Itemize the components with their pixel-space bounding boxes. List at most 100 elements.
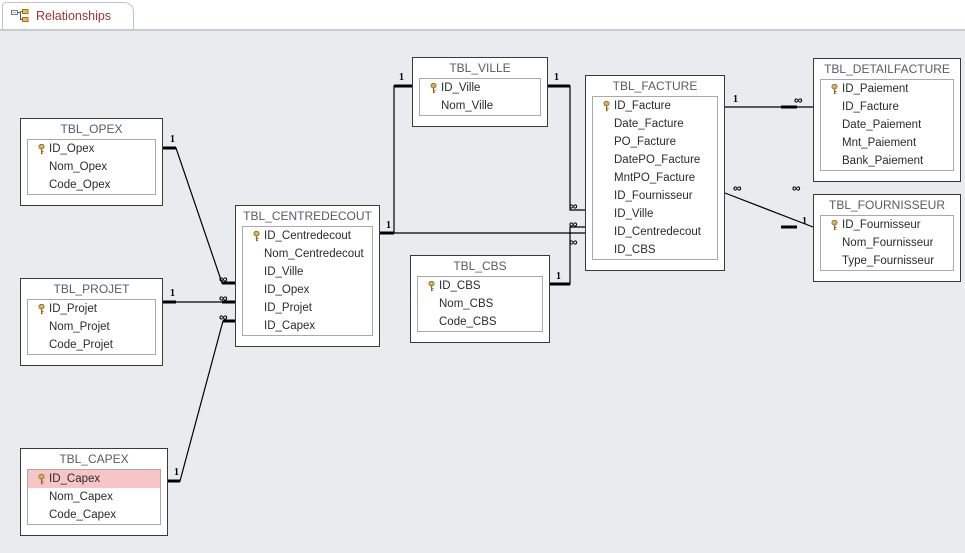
field-row[interactable]: ID_Centredecout bbox=[593, 223, 717, 241]
primary-key-icon bbox=[34, 303, 49, 315]
table-box-tbl-projet[interactable]: TBL_PROJET ID_Projet Nom_Projet Code_Projet bbox=[20, 278, 163, 366]
relationship-endpoint bbox=[380, 231, 394, 235]
relationship-endpoint bbox=[163, 300, 176, 304]
field-row[interactable]: ID_Capex bbox=[28, 470, 160, 488]
cardinality-one-marker: 1 bbox=[733, 94, 738, 105]
relationships-canvas[interactable]: TBL_OPEX ID_Opex Nom_Opex Code_Opex TBL_PROJ… bbox=[0, 31, 965, 553]
field-row[interactable]: Nom_Fournisseur bbox=[821, 234, 953, 252]
field-row[interactable]: Nom_Capex bbox=[28, 488, 160, 506]
field-row[interactable]: ID_Projet bbox=[28, 300, 155, 318]
field-row[interactable]: ID_Opex bbox=[243, 281, 372, 299]
field-row[interactable]: PO_Facture bbox=[593, 133, 717, 151]
cardinality-many-marker: ∞ bbox=[569, 235, 578, 249]
cardinality-many-marker: ∞ bbox=[569, 199, 578, 213]
field-row[interactable]: ID_Facture bbox=[593, 97, 717, 115]
field-row[interactable]: ID_Fournisseur bbox=[593, 187, 717, 205]
relationship-endpoint bbox=[394, 84, 412, 88]
field-row[interactable]: Type_Fournisseur bbox=[821, 252, 953, 270]
table-box-tbl-cbs[interactable]: TBL_CBS ID_CBS Nom_CBS Code_CBS bbox=[410, 255, 550, 343]
field-name: ID_Opex bbox=[264, 284, 310, 296]
field-row[interactable]: ID_Paiement bbox=[821, 80, 953, 98]
field-row[interactable]: ID_Opex bbox=[28, 140, 155, 158]
table-title: TBL_FACTURE bbox=[612, 79, 698, 93]
field-name: Nom_Opex bbox=[49, 161, 108, 173]
field-row[interactable]: Mnt_Paiement bbox=[821, 134, 953, 152]
relationships-icon bbox=[11, 8, 29, 24]
field-name: ID_Projet bbox=[264, 302, 312, 314]
field-name: PO_Facture bbox=[614, 136, 676, 148]
cardinality-one-marker: 1 bbox=[802, 216, 807, 227]
field-list: ID_CBS Nom_CBS Code_CBS bbox=[417, 276, 543, 332]
cardinality-many-marker: ∞ bbox=[792, 181, 801, 195]
relationship-line[interactable] bbox=[380, 85, 412, 234]
field-row[interactable]: ID_CBS bbox=[593, 241, 717, 259]
relationship-endpoint bbox=[548, 84, 570, 88]
field-row[interactable]: ID_Centredecout bbox=[243, 227, 372, 245]
field-row[interactable]: DatePO_Facture bbox=[593, 151, 717, 169]
table-box-tbl-centredecout[interactable]: TBL_CENTREDECOUT ID_Centredecout Nom_Centr… bbox=[235, 205, 380, 347]
field-list: ID_Centredecout Nom_Centredecout ID_Ville I… bbox=[242, 226, 373, 336]
field-name: ID_Projet bbox=[49, 303, 97, 315]
field-row[interactable]: Code_Capex bbox=[28, 506, 160, 524]
tab-relationships[interactable]: Relationships bbox=[2, 2, 135, 29]
primary-key-icon bbox=[827, 219, 842, 231]
field-list: ID_Facture Date_Facture PO_Facture DatePO_F… bbox=[592, 96, 718, 260]
field-name: Code_Opex bbox=[49, 179, 111, 191]
field-name: Nom_Fournisseur bbox=[842, 237, 934, 249]
field-name: Nom_CBS bbox=[439, 298, 494, 310]
field-row[interactable]: ID_Ville bbox=[593, 205, 717, 223]
cardinality-one-marker: 1 bbox=[174, 467, 179, 478]
relationship-line[interactable] bbox=[548, 85, 585, 211]
table-box-tbl-facture[interactable]: TBL_FACTURE ID_Facture Date_Facture PO_Fact… bbox=[585, 75, 725, 271]
field-row[interactable]: ID_Facture bbox=[821, 98, 953, 116]
table-box-tbl-capex[interactable]: TBL_CAPEX ID_Capex Nom_Capex Code_Capex bbox=[20, 448, 168, 536]
field-row[interactable]: Nom_CBS bbox=[418, 295, 542, 313]
field-row[interactable]: Date_Facture bbox=[593, 115, 717, 133]
field-row[interactable]: Nom_Ville bbox=[420, 97, 540, 115]
field-row[interactable]: ID_Ville bbox=[420, 79, 540, 97]
field-name: Date_Paiement bbox=[842, 119, 922, 131]
field-row[interactable]: MntPO_Facture bbox=[593, 169, 717, 187]
cardinality-one-marker: 1 bbox=[399, 72, 404, 83]
table-box-tbl-detailfacture[interactable]: TBL_DETAILFACTURE ID_Paiement ID_Facture Da… bbox=[813, 58, 961, 182]
table-box-tbl-opex[interactable]: TBL_OPEX ID_Opex Nom_Opex Code_Opex bbox=[20, 118, 163, 206]
table-box-tbl-ville[interactable]: TBL_VILLE ID_Ville Nom_Ville bbox=[412, 57, 548, 127]
field-name: Code_Capex bbox=[49, 509, 117, 521]
primary-key-icon bbox=[426, 82, 441, 94]
field-name: ID_Paiement bbox=[842, 83, 909, 95]
relationship-line[interactable] bbox=[168, 320, 235, 482]
table-title: TBL_PROJET bbox=[53, 282, 130, 296]
field-list: ID_Ville Nom_Ville bbox=[419, 78, 541, 116]
relationship-endpoint bbox=[380, 231, 394, 235]
field-row[interactable]: ID_CBS bbox=[418, 277, 542, 295]
field-row[interactable]: ID_Ville bbox=[243, 263, 372, 281]
field-row[interactable]: ID_Capex bbox=[243, 317, 372, 335]
field-name: ID_Ville bbox=[614, 208, 654, 220]
field-row[interactable]: Nom_Projet bbox=[28, 318, 155, 336]
field-name: ID_Capex bbox=[264, 320, 316, 332]
table-title: TBL_CBS bbox=[453, 259, 507, 273]
field-row[interactable]: Code_CBS bbox=[418, 313, 542, 331]
table-title: TBL_DETAILFACTURE bbox=[824, 62, 950, 76]
field-row[interactable]: Nom_Centredecout bbox=[243, 245, 372, 263]
field-row[interactable]: Bank_Paiement bbox=[821, 152, 953, 170]
field-name: ID_Opex bbox=[49, 143, 95, 155]
field-row[interactable]: ID_Projet bbox=[243, 299, 372, 317]
cardinality-many-marker: ∞ bbox=[219, 272, 228, 286]
relationship-endpoint bbox=[168, 479, 180, 483]
field-row[interactable]: ID_Fournisseur bbox=[821, 216, 953, 234]
relationship-line[interactable] bbox=[724, 192, 814, 228]
field-row[interactable]: Code_Opex bbox=[28, 176, 155, 194]
field-name: ID_Facture bbox=[842, 101, 899, 113]
field-row[interactable]: Nom_Opex bbox=[28, 158, 155, 176]
relationship-line[interactable] bbox=[163, 147, 235, 284]
field-name: Mnt_Paiement bbox=[842, 137, 917, 149]
table-title: TBL_OPEX bbox=[60, 122, 123, 136]
field-row[interactable]: Date_Paiement bbox=[821, 116, 953, 134]
field-name: DatePO_Facture bbox=[614, 154, 701, 166]
field-name: MntPO_Facture bbox=[614, 172, 696, 184]
table-box-tbl-fournisseur[interactable]: TBL_FOURNISSEUR ID_Fournisseur Nom_Fournis… bbox=[813, 194, 961, 282]
field-row[interactable]: Code_Projet bbox=[28, 336, 155, 354]
field-name: ID_Ville bbox=[441, 82, 481, 94]
primary-key-icon bbox=[599, 100, 614, 112]
